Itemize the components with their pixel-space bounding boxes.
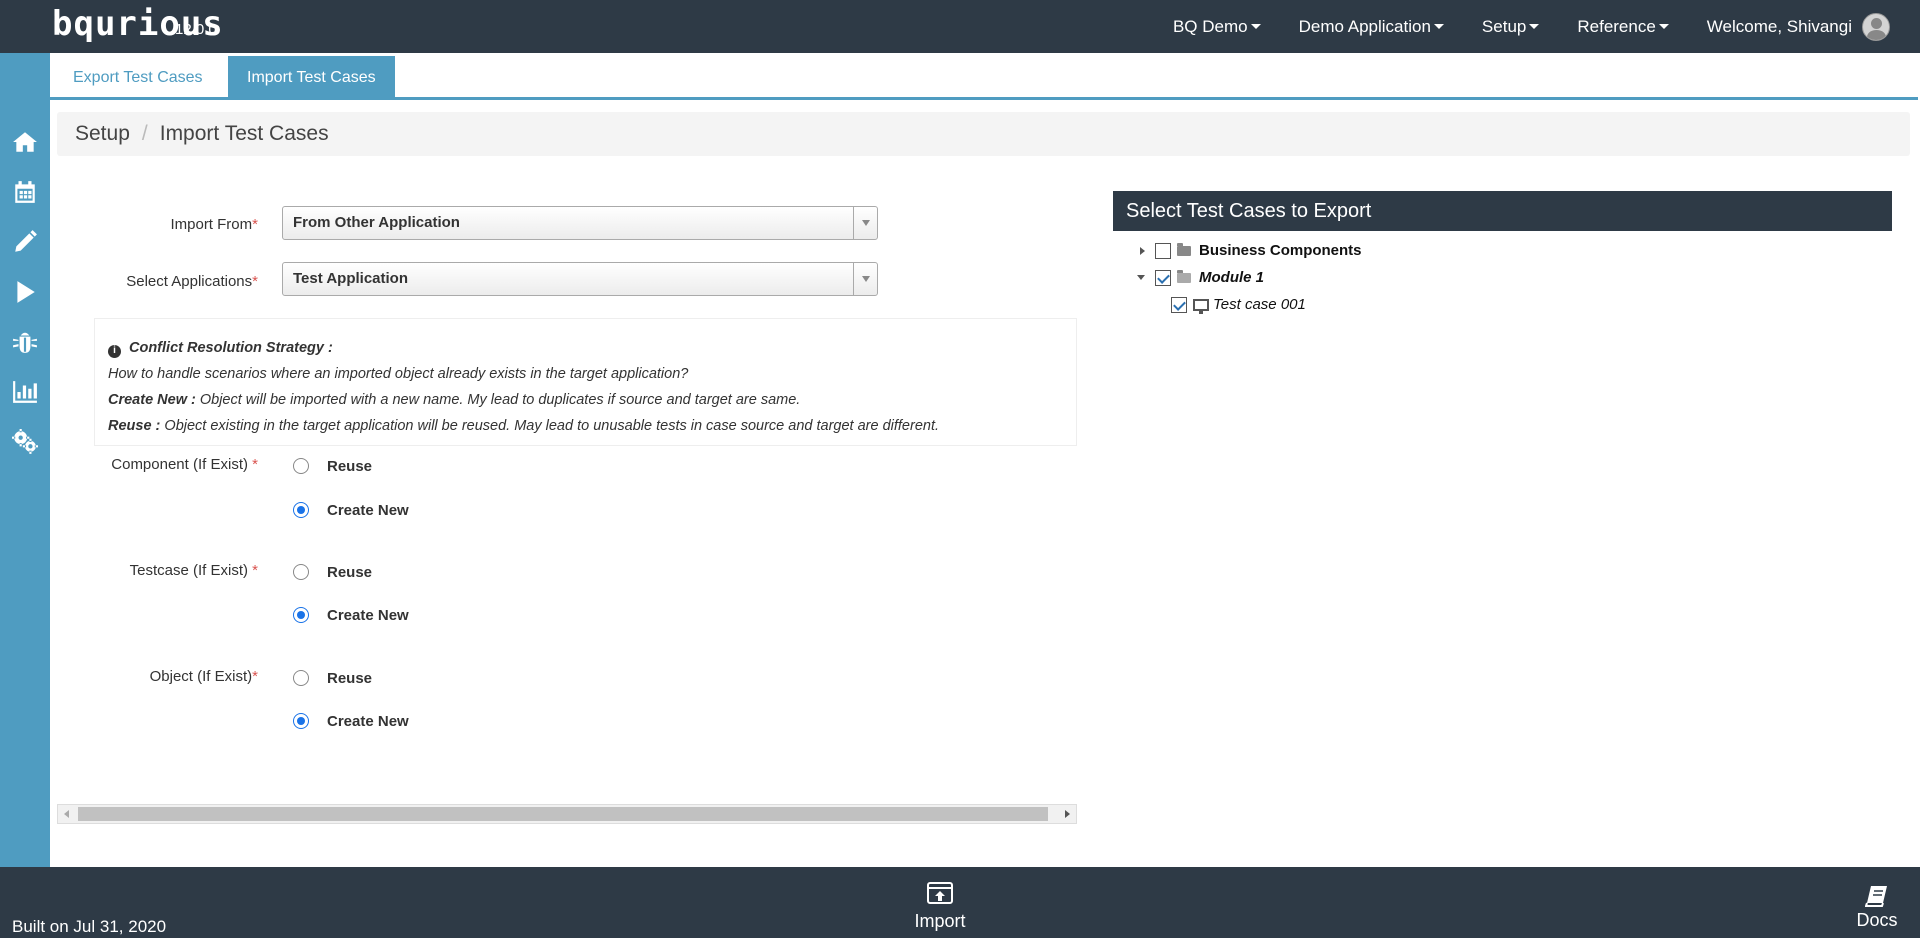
caret-down-icon xyxy=(1250,24,1261,29)
user-menu[interactable]: Welcome, Shivangi xyxy=(1706,12,1890,41)
tree-node-testcase[interactable]: Test case 001 xyxy=(1171,296,1306,314)
testcase-checkbox[interactable] xyxy=(1171,296,1187,313)
breadcrumb-separator: / xyxy=(141,122,148,145)
app-version: 12.0.0 xyxy=(175,21,217,38)
object-create-new-label[interactable]: Create New xyxy=(327,713,409,730)
scroll-left-icon[interactable] xyxy=(64,810,69,818)
play-icon[interactable] xyxy=(12,279,38,305)
testcase-reuse-label[interactable]: Reuse xyxy=(327,564,372,581)
dropdown-arrow-icon xyxy=(853,263,877,295)
testcase-create-new-radio[interactable] xyxy=(293,607,309,623)
top-navbar: bqurious 12.0.0 BQ Demo Demo Application… xyxy=(0,0,1920,53)
conflict-question: How to handle scenarios where an importe… xyxy=(108,366,689,382)
bug-icon[interactable] xyxy=(12,329,38,355)
dropdown-arrow-icon xyxy=(853,207,877,239)
nav-setup[interactable]: Setup xyxy=(1482,17,1540,37)
object-reuse-radio[interactable] xyxy=(293,670,309,686)
import-button[interactable]: Import xyxy=(912,881,968,932)
nav-demo-application[interactable]: Demo Application xyxy=(1299,17,1444,37)
home-icon[interactable] xyxy=(12,129,38,155)
folder-icon xyxy=(1177,242,1191,256)
scrollbar-thumb[interactable] xyxy=(78,807,1048,821)
calendar-icon[interactable] xyxy=(12,179,38,205)
import-from-label: Import From* xyxy=(170,216,258,233)
tree-panel-title: Select Test Cases to Export xyxy=(1113,191,1892,231)
select-applications-select[interactable]: Test Application xyxy=(282,262,878,296)
collapse-arrow-icon[interactable] xyxy=(1137,275,1145,280)
monitor-icon xyxy=(1193,298,1209,314)
bar-chart-icon[interactable] xyxy=(12,379,38,405)
component-label: Component (If Exist) * xyxy=(111,456,258,473)
component-reuse-radio[interactable] xyxy=(293,458,309,474)
caret-down-icon xyxy=(1433,24,1444,29)
tree-label: Module 1 xyxy=(1199,269,1265,286)
tree-label: Business Components xyxy=(1199,242,1362,259)
tree-label: Test case 001 xyxy=(1213,296,1306,313)
info-icon: i xyxy=(108,344,121,358)
caret-down-icon xyxy=(1658,24,1669,29)
top-nav: BQ Demo Demo Application Setup Reference… xyxy=(1173,0,1920,53)
book-icon xyxy=(1865,886,1887,907)
nav-reference[interactable]: Reference xyxy=(1577,17,1669,37)
component-create-new-radio[interactable] xyxy=(293,502,309,518)
tree-node-module[interactable]: Module 1 xyxy=(1137,269,1264,286)
module-checkbox[interactable] xyxy=(1155,269,1171,286)
object-reuse-label[interactable]: Reuse xyxy=(327,670,372,687)
testcase-reuse-radio[interactable] xyxy=(293,564,309,580)
conflict-title: Conflict Resolution Strategy : xyxy=(129,340,333,356)
tab-export-test-cases[interactable]: Export Test Cases xyxy=(54,56,222,99)
footer: Built on Jul 31, 2020 Import Docs xyxy=(0,867,1920,938)
component-create-new-label[interactable]: Create New xyxy=(327,502,409,519)
business-components-checkbox[interactable] xyxy=(1155,242,1171,259)
conflict-info-box: i Conflict Resolution Strategy : How to h… xyxy=(94,318,1077,446)
import-button-label: Import xyxy=(914,911,966,931)
testcase-label: Testcase (If Exist) * xyxy=(129,562,258,579)
docs-button[interactable]: Docs xyxy=(1855,885,1899,931)
tab-bar: Export Test Cases Import Test Cases xyxy=(50,53,1918,100)
pencil-icon[interactable] xyxy=(12,229,38,255)
expand-arrow-icon[interactable] xyxy=(1140,246,1145,255)
scroll-right-icon[interactable] xyxy=(1065,810,1070,818)
breadcrumb: Setup / Import Test Cases xyxy=(57,112,1910,156)
docs-button-label: Docs xyxy=(1856,910,1898,930)
caret-down-icon xyxy=(1529,24,1540,29)
import-from-select[interactable]: From Other Application xyxy=(282,206,878,240)
gears-icon[interactable] xyxy=(12,429,38,455)
horizontal-scrollbar[interactable] xyxy=(57,804,1077,824)
object-create-new-radio[interactable] xyxy=(293,713,309,729)
select-applications-label: Select Applications* xyxy=(126,273,258,290)
welcome-text: Welcome, Shivangi xyxy=(1706,16,1852,36)
component-reuse-label[interactable]: Reuse xyxy=(327,458,372,475)
nav-bq-demo[interactable]: BQ Demo xyxy=(1173,17,1261,37)
breadcrumb-setup[interactable]: Setup xyxy=(75,122,130,146)
tree-node-business-components[interactable]: Business Components xyxy=(1140,242,1362,259)
testcase-create-new-label[interactable]: Create New xyxy=(327,607,409,624)
import-icon xyxy=(927,882,953,904)
build-date: Built on Jul 31, 2020 xyxy=(12,917,167,936)
object-label: Object (If Exist)* xyxy=(149,668,258,685)
folder-open-icon xyxy=(1177,269,1191,283)
user-avatar-icon xyxy=(1862,12,1890,41)
breadcrumb-current: Import Test Cases xyxy=(159,122,329,145)
sidebar xyxy=(0,53,50,867)
tab-import-test-cases[interactable]: Import Test Cases xyxy=(228,56,395,99)
